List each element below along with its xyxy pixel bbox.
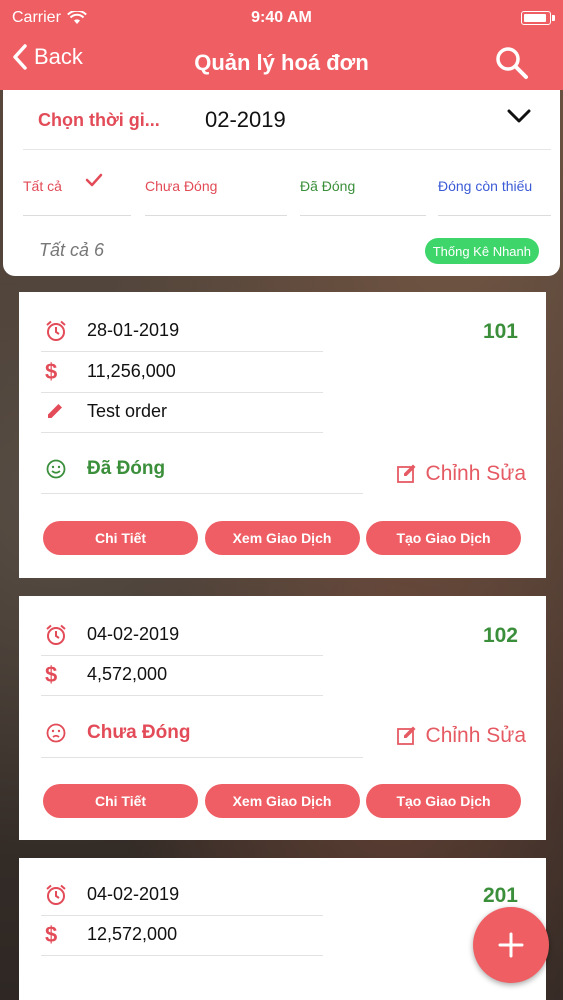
detail-button[interactable]: Chi Tiết [43,521,198,555]
date-row: 04-02-2019 [41,616,323,656]
edit-label: Chỉnh Sửa [425,724,526,747]
view-transactions-button[interactable]: Xem Giao Dịch [204,521,360,555]
tab-unpaid-label: Chưa Đóng [145,178,218,194]
tab-partial[interactable]: Đóng còn thiếu [438,162,551,216]
payment-status: Chưa Đóng [87,722,191,743]
detail-button[interactable]: Chi Tiết [43,784,198,818]
status-row: Đã Đóng [41,450,363,494]
status-bar: Carrier 9:40 AM [0,0,563,36]
edit-label: Chỉnh Sửa [425,462,526,485]
chevron-down-icon [507,109,531,123]
time-picker-value: 02-2019 [205,107,286,132]
nav-bar: Back Quản lý hoá đơn [0,36,563,90]
edit-button[interactable]: Chỉnh Sửa [396,724,526,748]
card-actions: Chi Tiết Xem Giao Dịch Tạo Giao Dịch [43,784,521,818]
back-label: Back [34,44,83,69]
invoice-card: 04-02-2019 102 $ 4,572,000 Chưa Đóng Chỉ… [19,596,546,840]
invoice-amount: 4,572,000 [87,664,168,684]
create-transaction-button[interactable]: Tạo Giao Dịch [366,784,521,818]
invoice-amount: 11,256,000 [87,361,176,381]
payment-status: Đã Đóng [87,458,166,479]
view-transactions-button[interactable]: Xem Giao Dịch [204,784,360,818]
check-icon [85,173,103,187]
invoice-date: 04-02-2019 [87,884,180,904]
order-number: 101 [482,320,518,343]
invoice-note: Test order [87,401,168,421]
search-button[interactable] [495,46,529,85]
invoice-date: 04-02-2019 [87,624,180,644]
sad-face-icon [46,723,66,743]
edit-icon [396,726,416,745]
card-actions: Chi Tiết Xem Giao Dịch Tạo Giao Dịch [43,521,521,555]
wifi-icon [66,11,87,24]
status-tabs: Tất cả Chưa Đóng Đã Đóng Đóng còn thiếu [23,162,551,218]
edit-button[interactable]: Chỉnh Sửa [396,462,526,486]
status-row: Chưa Đóng [41,714,363,758]
plus-icon [498,932,524,958]
carrier-label: Carrier [12,9,61,26]
dollar-icon: $ [45,922,58,947]
tab-unpaid[interactable]: Chưa Đóng [145,162,287,216]
amount-row: $ 12,572,000 [41,916,323,956]
amount-row: $ 4,572,000 [41,656,323,696]
date-row: 04-02-2019 [41,876,323,916]
alarm-clock-icon [46,624,66,645]
alarm-clock-icon [46,884,66,905]
battery-icon [521,11,555,25]
invoice-card: 28-01-2019 101 $ 11,256,000 Test order Đ… [19,292,546,578]
date-row: 28-01-2019 [41,312,323,352]
edit-icon [396,464,416,483]
invoice-card: 04-02-2019 201 $ 12,572,000 [19,858,546,1000]
quick-stats-button[interactable]: Thống Kê Nhanh [424,238,539,264]
summary-count: Tất cả 6 [39,240,105,260]
amount-row: $ 11,256,000 [41,353,323,393]
order-number: 102 [482,624,518,647]
note-row: Test order [41,393,323,433]
tab-paid[interactable]: Đã Đóng [300,162,426,216]
order-number: 201 [482,884,518,907]
back-button[interactable]: Back [12,44,83,70]
alarm-clock-icon [46,320,66,341]
dollar-icon: $ [45,359,58,384]
chevron-left-icon [13,44,27,70]
tab-all[interactable]: Tất cả [23,162,131,216]
invoice-amount: 12,572,000 [87,924,178,944]
invoice-date: 28-01-2019 [87,320,180,340]
dollar-icon: $ [45,662,58,687]
tab-partial-label: Đóng còn thiếu [438,178,533,194]
time-picker[interactable]: Chọn thời gi... 02-2019 [23,90,551,150]
tab-paid-label: Đã Đóng [300,178,356,194]
filter-panel: Chọn thời gi... 02-2019 Tất cả Chưa Đóng… [3,90,560,276]
create-transaction-button[interactable]: Tạo Giao Dịch [366,521,521,555]
page-title: Quản lý hoá đơn [194,50,369,75]
pencil-icon [48,404,62,418]
status-left: Carrier [12,9,87,27]
tab-all-label: Tất cả [23,178,62,194]
smile-icon [46,459,66,479]
search-icon [496,47,528,79]
add-invoice-button[interactable] [473,907,549,983]
time-picker-label: Chọn thời gi... [38,110,160,130]
